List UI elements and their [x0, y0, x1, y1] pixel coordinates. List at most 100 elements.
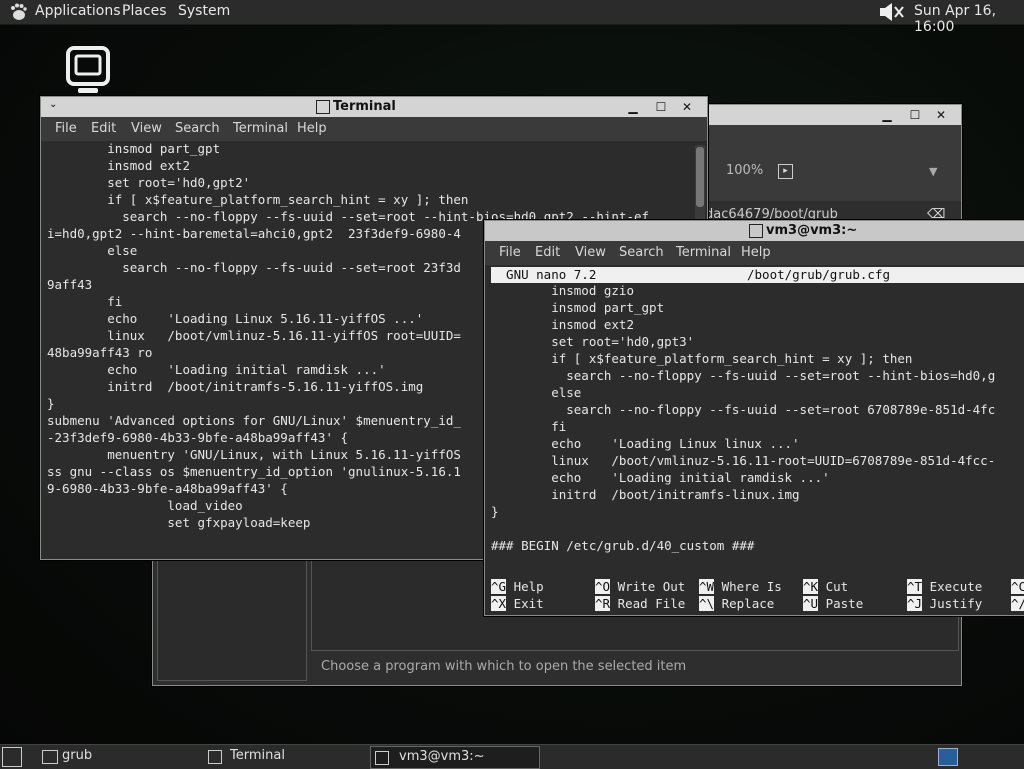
chevron-down-icon[interactable]: ▼ [929, 165, 937, 178]
terminal-line: load_video [47, 498, 243, 513]
computer-icon[interactable] [64, 44, 112, 96]
shortcut-label: Execute [922, 579, 983, 594]
menubar: File Edit View Search Terminal Help [485, 241, 1024, 265]
task-terminal[interactable]: Terminal [204, 746, 364, 767]
nano-editor[interactable]: insmod gzio insmod part_gpt insmod ext2 … [491, 283, 1024, 611]
zoom-level[interactable]: 100% [726, 163, 763, 178]
menu-view[interactable]: View [575, 245, 606, 260]
maximize-icon[interactable]: ☐ [907, 107, 923, 123]
gnome-foot-icon[interactable] [8, 2, 28, 22]
show-desktop-icon[interactable] [2, 747, 22, 767]
task-grub[interactable]: grub [38, 746, 188, 767]
editor-line: if [ x$feature_platform_search_hint = xy… [491, 351, 913, 366]
menu-file[interactable]: File [499, 245, 521, 260]
terminal-line: } [47, 396, 55, 411]
menu-terminal[interactable]: Terminal [233, 121, 288, 136]
editor-line: ### BEGIN /etc/grub.d/40_custom ### [491, 538, 755, 553]
zoom-fit-icon[interactable]: ▸ [778, 164, 793, 179]
close-icon[interactable]: ✕ [679, 99, 695, 115]
status-text: Choose a program with which to open the … [321, 659, 687, 674]
menu-terminal[interactable]: Terminal [676, 245, 731, 260]
shortcut-label: Read File [610, 596, 686, 611]
nano-shortcut[interactable]: ^K Cut [803, 579, 848, 596]
terminal-line: set root='hd0,gpt2' [47, 175, 251, 190]
shortcut-label: Help [506, 579, 544, 594]
editor-line: initrd /boot/initramfs-linux.img [491, 487, 800, 502]
menu-help[interactable]: Help [297, 121, 327, 136]
task-label: vm3@vm3:~ [399, 749, 485, 764]
editor-line: insmod ext2 [491, 317, 634, 332]
window-menu-icon[interactable]: ⌄ [49, 99, 57, 110]
nano-filename: /boot/grub/grub.cfg [747, 267, 890, 282]
menu-edit[interactable]: Edit [535, 245, 560, 260]
editor-line: else [491, 385, 582, 400]
nano-shortcut[interactable]: ^C [1011, 579, 1024, 596]
titlebar: vm3@vm3:~ [485, 221, 1024, 241]
editor-line: insmod part_gpt [491, 300, 665, 315]
shortcut-label: Paste [818, 596, 864, 611]
terminal-line: echo 'Loading Linux 5.16.11-yiffOS ...' [47, 311, 424, 326]
task-label: Terminal [230, 748, 285, 763]
folder-icon [42, 750, 58, 764]
editor-line: search --no-floppy --fs-uuid --set=root … [491, 402, 996, 417]
editor-line: search --no-floppy --fs-uuid --set=root … [491, 368, 996, 383]
menu-help[interactable]: Help [741, 245, 771, 260]
menu-file[interactable]: File [55, 121, 77, 136]
task-vm3[interactable]: vm3@vm3:~ [370, 746, 540, 769]
shortcut-label: Where Is [714, 579, 782, 594]
volume-icon[interactable] [878, 2, 908, 22]
nano-shortcut[interactable]: ^\ Replace [699, 596, 774, 611]
scrollbar-thumb[interactable] [696, 147, 704, 207]
nano-shortcut[interactable]: ^J Justify [907, 596, 982, 611]
nano-shortcut[interactable]: ^X Exit [491, 596, 544, 611]
nano-shortcut[interactable]: ^G Help [491, 579, 544, 596]
menu-system[interactable]: System [178, 3, 230, 19]
clock[interactable]: Sun Apr 16, 16:00 [914, 3, 1024, 35]
nano-shortcut[interactable]: ^/ [1011, 596, 1024, 611]
menu-search[interactable]: Search [175, 121, 220, 136]
workspace-switcher-icon[interactable] [938, 748, 958, 766]
close-icon[interactable]: ✕ [933, 107, 949, 123]
maximize-icon[interactable]: ☐ [653, 99, 669, 115]
shortcut-key: ^W [699, 579, 715, 594]
terminal-line: 9aff43 [47, 277, 93, 292]
editor-line: set root='hd0,gpt3' [491, 334, 695, 349]
titlebar: ⌄ Terminal ▁ ☐ ✕ [41, 97, 707, 117]
menu-search[interactable]: Search [619, 245, 664, 260]
shortcut-label: Cut [818, 579, 849, 594]
minimize-icon[interactable]: ▁ [625, 99, 641, 115]
editor-line: fi [491, 419, 567, 434]
terminal-icon [749, 224, 763, 238]
menubar: File Edit View Search Terminal Help [41, 117, 707, 141]
nano-shortcut[interactable]: ^R Read File [595, 596, 685, 611]
terminal-line: insmod part_gpt [47, 141, 221, 156]
shortcut-key: ^T [907, 579, 923, 594]
terminal-line: -23f3def9-6980-4b33-9bfe-a48ba99aff43' { [47, 430, 349, 445]
shortcut-key: ^R [595, 596, 611, 611]
bottom-panel: grub Terminal vm3@vm3:~ [0, 744, 1024, 769]
shortcut-label: Write Out [610, 579, 686, 594]
menu-places[interactable]: Places [122, 3, 167, 19]
side-pane[interactable] [157, 555, 307, 681]
terminal-line: else [47, 243, 138, 258]
terminal-line: if [ x$feature_platform_search_hint = xy… [47, 192, 469, 207]
shortcut-key: ^U [803, 596, 819, 611]
nano-version: GNU nano 7.2 [491, 267, 597, 282]
nano-header: GNU nano 7.2 /boot/grub/grub.cfg [491, 267, 1024, 283]
terminal-line: 9-6980-4b33-9bfe-a48ba99aff43' { [47, 481, 288, 496]
menu-edit[interactable]: Edit [91, 121, 116, 136]
shortcut-key: ^J [907, 596, 923, 611]
nano-shortcut[interactable]: ^T Execute [907, 579, 982, 596]
nano-shortcut[interactable]: ^U Paste [803, 596, 863, 611]
terminal-icon [316, 100, 330, 114]
shortcut-label: Justify [922, 596, 983, 611]
shortcut-key: ^O [595, 579, 611, 594]
terminal-icon [208, 750, 222, 764]
nano-terminal-window: vm3@vm3:~ File Edit View Search Terminal… [484, 220, 1024, 616]
menu-applications[interactable]: Applications [35, 3, 121, 19]
nano-shortcut[interactable]: ^O Write Out [595, 579, 685, 596]
shortcut-key: ^G [491, 579, 507, 594]
menu-view[interactable]: View [131, 121, 162, 136]
minimize-icon[interactable]: ▁ [879, 107, 895, 123]
nano-shortcut[interactable]: ^W Where Is [699, 579, 782, 596]
